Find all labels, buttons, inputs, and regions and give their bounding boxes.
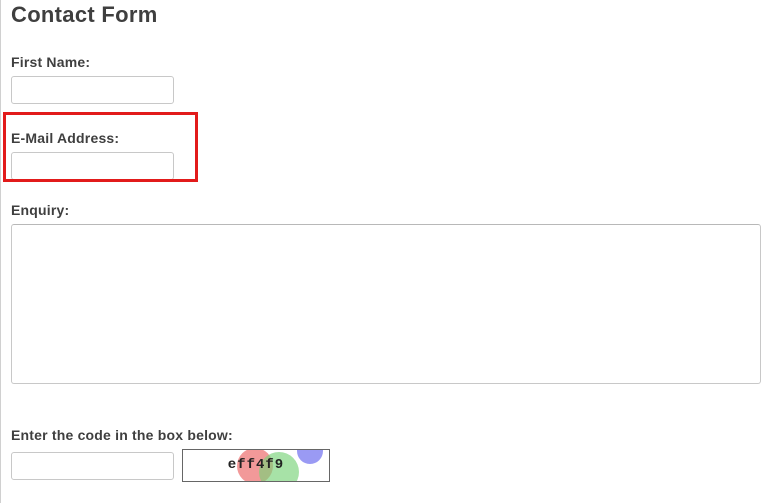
first-name-group: First Name: <box>1 54 762 104</box>
enquiry-textarea[interactable] <box>11 224 761 384</box>
page-title: Contact Form <box>1 0 762 28</box>
captcha-group: Enter the code in the box below: eff4f9 <box>1 427 762 482</box>
enquiry-label: Enquiry: <box>11 202 762 218</box>
contact-form-page: Contact Form First Name: E-Mail Address:… <box>0 0 762 503</box>
captcha-row: eff4f9 <box>11 449 762 482</box>
first-name-label: First Name: <box>11 54 762 70</box>
email-input[interactable] <box>11 152 174 180</box>
captcha-code-text: eff4f9 <box>183 457 329 473</box>
enquiry-group: Enquiry: <box>1 202 762 389</box>
first-name-input[interactable] <box>11 76 174 104</box>
captcha-input[interactable] <box>11 452 174 480</box>
captcha-image: eff4f9 <box>182 449 330 482</box>
email-label: E-Mail Address: <box>11 130 762 146</box>
email-group: E-Mail Address: <box>1 130 762 180</box>
captcha-label: Enter the code in the box below: <box>11 427 762 443</box>
